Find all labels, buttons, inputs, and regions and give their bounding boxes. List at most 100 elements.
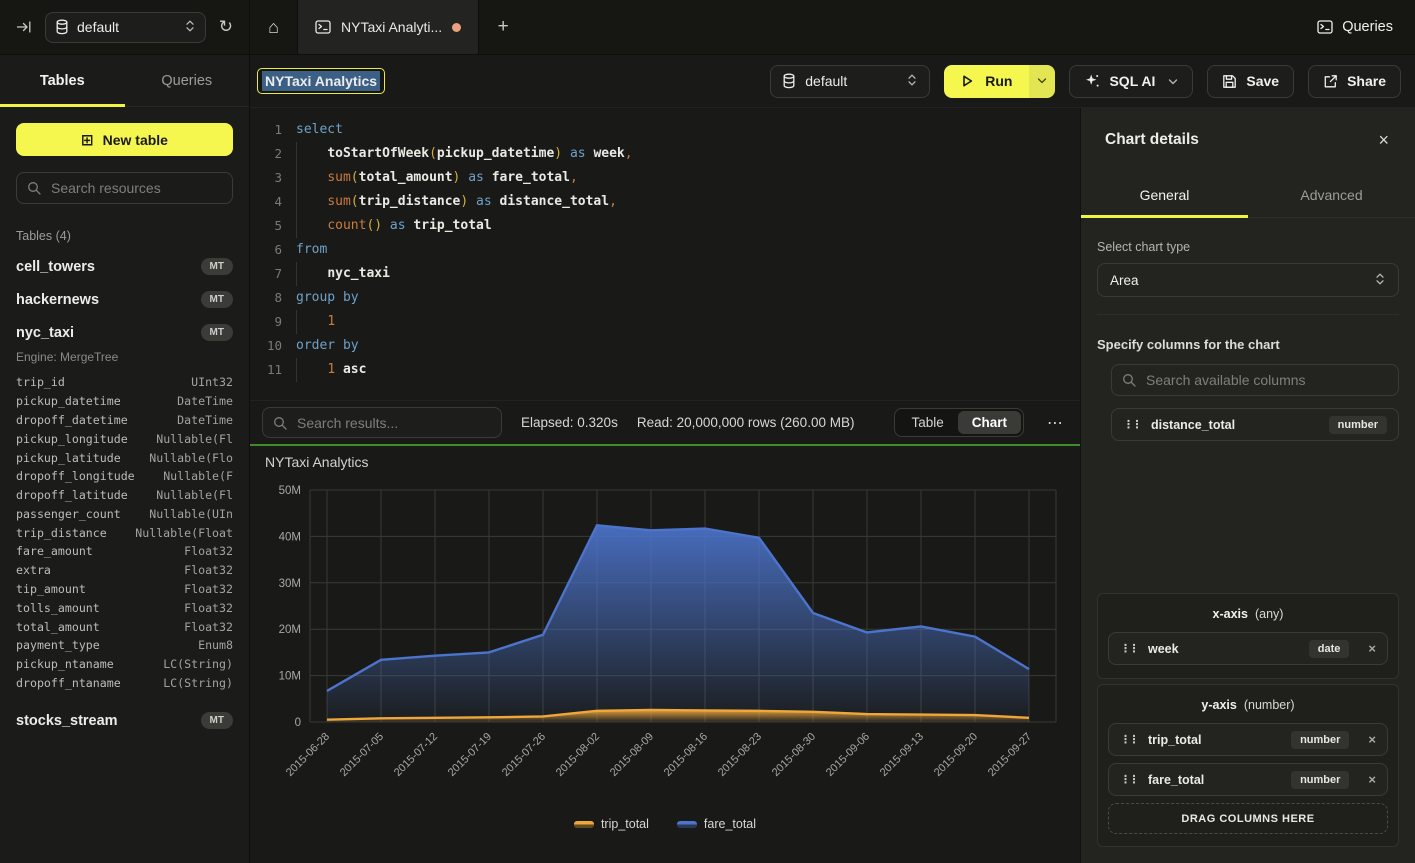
column-row: payment_typeEnum8 bbox=[0, 636, 249, 655]
columns-list: trip_idUInt32pickup_datetimeDateTimedrop… bbox=[0, 373, 249, 692]
code-line: 9 1 bbox=[250, 310, 1080, 334]
legend-item[interactable]: trip_total bbox=[574, 817, 649, 831]
drag-handle-icon[interactable]: ⋮⋮ bbox=[1120, 642, 1137, 655]
results-search[interactable] bbox=[262, 407, 502, 438]
tab-advanced[interactable]: Advanced bbox=[1248, 172, 1415, 217]
legend-item[interactable]: fare_total bbox=[677, 817, 756, 831]
toggle-chart[interactable]: Chart bbox=[958, 411, 1021, 434]
home-tab[interactable]: ⌂ bbox=[250, 0, 298, 54]
more-options-icon[interactable]: ⋯ bbox=[1043, 413, 1068, 433]
tab-tables[interactable]: Tables bbox=[0, 55, 125, 106]
chevron-down-icon[interactable] bbox=[1168, 73, 1178, 89]
run-button[interactable]: Run bbox=[944, 65, 1029, 98]
sql-ai-button[interactable]: SQL AI bbox=[1069, 65, 1193, 98]
table-row[interactable]: hackernewsMT bbox=[0, 283, 249, 316]
svg-text:0: 0 bbox=[295, 717, 301, 729]
column-row: pickup_longitudeNullable(Fl bbox=[0, 429, 249, 448]
column-row: total_amountFloat32 bbox=[0, 617, 249, 636]
tab-general[interactable]: General bbox=[1081, 172, 1248, 217]
toolbar-database-selector[interactable]: default bbox=[770, 65, 930, 98]
type-badge: number bbox=[1291, 731, 1349, 749]
axis-config: x-axis(any) ⋮⋮weekdate× y-axis(number) ⋮… bbox=[1097, 593, 1399, 847]
rows-read: Read: 20,000,000 rows (260.00 MB) bbox=[637, 415, 855, 430]
table-row[interactable]: cell_towersMT bbox=[0, 250, 249, 283]
column-field-trip_total[interactable]: ⋮⋮trip_totalnumber× bbox=[1108, 723, 1388, 756]
column-row: pickup_datetimeDateTime bbox=[0, 392, 249, 411]
svg-text:2015-08-23: 2015-08-23 bbox=[716, 731, 764, 779]
database-selector[interactable]: default bbox=[45, 12, 206, 43]
engine-badge: MT bbox=[201, 291, 233, 308]
topbar: default ↻ ⌂ NYTaxi Analyti... + Queries bbox=[0, 0, 1415, 55]
database-icon bbox=[782, 73, 796, 89]
code-line: 5 count() as trip_total bbox=[250, 214, 1080, 238]
chart-type-label: Select chart type bbox=[1097, 240, 1399, 254]
results-toolbar: Elapsed: 0.320s Read: 20,000,000 rows (2… bbox=[250, 400, 1080, 446]
drag-handle-icon[interactable]: ⋮⋮ bbox=[1123, 418, 1140, 431]
drag-handle-icon[interactable]: ⋮⋮ bbox=[1120, 733, 1137, 746]
save-icon bbox=[1222, 74, 1237, 89]
sidebar-search-input[interactable] bbox=[49, 179, 222, 197]
type-badge: number bbox=[1329, 416, 1387, 434]
engine-badge: MT bbox=[201, 712, 233, 729]
code-line: 1select bbox=[250, 118, 1080, 142]
database-name: default bbox=[77, 19, 119, 35]
table-row[interactable]: stocks_streamMT bbox=[0, 704, 249, 737]
svg-text:2015-06-28: 2015-06-28 bbox=[284, 731, 332, 779]
chevron-updown-icon bbox=[906, 73, 918, 90]
remove-icon[interactable]: × bbox=[1368, 772, 1376, 787]
engine-badge: MT bbox=[201, 324, 233, 341]
search-icon bbox=[1122, 373, 1136, 387]
chart[interactable]: 010M20M30M40M50M2015-06-282015-07-052015… bbox=[250, 446, 1080, 862]
column-field-distance_total[interactable]: ⋮⋮distance_totalnumber bbox=[1111, 408, 1399, 441]
code-line: 11 1 asc bbox=[250, 358, 1080, 382]
unsaved-changes-dot bbox=[452, 23, 461, 32]
refresh-icon[interactable]: ↻ bbox=[219, 17, 233, 37]
save-button[interactable]: Save bbox=[1207, 65, 1294, 98]
sidebar-search[interactable] bbox=[16, 172, 233, 204]
code-line: 7 nyc_taxi bbox=[250, 262, 1080, 286]
remove-icon[interactable]: × bbox=[1368, 641, 1376, 656]
svg-text:2015-09-06: 2015-09-06 bbox=[824, 731, 872, 779]
chart-type-select[interactable]: Area bbox=[1097, 263, 1399, 297]
new-tab-button[interactable]: + bbox=[479, 0, 527, 54]
svg-text:2015-07-26: 2015-07-26 bbox=[500, 731, 548, 779]
chevron-down-icon bbox=[1037, 77, 1047, 85]
close-icon[interactable]: × bbox=[1378, 131, 1389, 149]
available-columns-list: ⋮⋮distance_totalnumber bbox=[1097, 408, 1399, 449]
toggle-table[interactable]: Table bbox=[897, 411, 957, 434]
results-search-input[interactable] bbox=[295, 414, 491, 432]
terminal-icon bbox=[315, 20, 331, 34]
run-button-group: Run bbox=[944, 65, 1055, 98]
home-icon: ⌂ bbox=[268, 17, 279, 38]
remove-icon[interactable]: × bbox=[1368, 732, 1376, 747]
query-title-input[interactable]: NYTaxi Analytics bbox=[257, 68, 385, 94]
chart-legend: trip_total fare_total bbox=[250, 817, 1080, 831]
run-options-button[interactable] bbox=[1029, 65, 1055, 98]
svg-text:2015-09-13: 2015-09-13 bbox=[878, 731, 926, 779]
drop-zone[interactable]: DRAG COLUMNS HERE bbox=[1108, 803, 1388, 834]
svg-text:2015-08-09: 2015-08-09 bbox=[608, 731, 656, 779]
column-row: pickup_latitudeNullable(Flo bbox=[0, 448, 249, 467]
share-button[interactable]: Share bbox=[1308, 65, 1401, 98]
column-row: trip_idUInt32 bbox=[0, 373, 249, 392]
tables-header: Tables (4) bbox=[16, 229, 233, 243]
query-tab-label: NYTaxi Analyti... bbox=[341, 19, 442, 35]
table-row[interactable]: nyc_taxiMT bbox=[0, 316, 249, 349]
svg-text:10M: 10M bbox=[279, 671, 301, 683]
y-axis-box: y-axis(number) ⋮⋮trip_totalnumber×⋮⋮fare… bbox=[1097, 684, 1399, 847]
drag-handle-icon[interactable]: ⋮⋮ bbox=[1120, 773, 1137, 786]
chart-area[interactable]: NYTaxi Analytics 010M20M30M40M50M2015-06… bbox=[250, 446, 1080, 863]
tab-queries[interactable]: Queries bbox=[125, 55, 250, 106]
query-tab[interactable]: NYTaxi Analyti... bbox=[298, 0, 479, 54]
queries-button[interactable]: Queries bbox=[1317, 19, 1393, 35]
code-line: 3 sum(total_amount) as fare_total, bbox=[250, 166, 1080, 190]
columns-search-input[interactable] bbox=[1144, 371, 1388, 389]
column-row: trip_distanceNullable(Float bbox=[0, 523, 249, 542]
columns-search[interactable] bbox=[1111, 364, 1399, 396]
sparkle-icon bbox=[1084, 73, 1100, 89]
column-field-week[interactable]: ⋮⋮weekdate× bbox=[1108, 632, 1388, 665]
collapse-sidebar-icon[interactable] bbox=[16, 19, 32, 35]
new-table-button[interactable]: ⊞ New table bbox=[16, 123, 233, 156]
sql-editor[interactable]: 1select2 toStartOfWeek(pickup_datetime) … bbox=[250, 108, 1080, 400]
column-field-fare_total[interactable]: ⋮⋮fare_totalnumber× bbox=[1108, 763, 1388, 796]
